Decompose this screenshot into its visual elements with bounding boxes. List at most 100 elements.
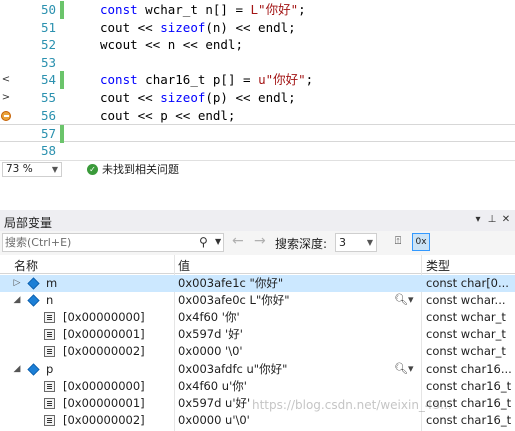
variable-type: const char[0...: [426, 276, 509, 290]
code-line[interactable]: <54 const char16_t p[] = u"你好";: [0, 71, 515, 89]
code-token: cout <<: [100, 19, 161, 35]
code-token: wchar_t n[] =: [137, 2, 251, 17]
search-box: ⚲ ▼: [2, 233, 224, 252]
pin-icon[interactable]: ⊥: [486, 213, 498, 227]
column-header-type[interactable]: 类型: [426, 257, 450, 274]
code-token: cout << p << endl;: [100, 107, 236, 123]
variable-type: const wchar...: [426, 293, 506, 308]
line-number: 50: [40, 2, 56, 17]
variable-icon: [27, 294, 40, 307]
line-number: 51: [40, 19, 56, 35]
variable-value[interactable]: 0x4f60 u'你': [178, 379, 247, 394]
zoom-level-dropdown[interactable]: 73 % ▼: [2, 162, 62, 177]
variable-type: const char16_t: [426, 378, 512, 393]
variable-value[interactable]: 0x0000 u'\0': [178, 413, 250, 428]
chevron-down-icon[interactable]: ▼: [215, 237, 221, 246]
variable-icon: [27, 362, 40, 376]
locals-row[interactable]: [0x00000000] 0x4f60 '你' const wchar_t: [0, 309, 515, 326]
filter-pin-icon[interactable]: ⍐: [390, 234, 406, 250]
code-token: ;: [305, 72, 314, 88]
code-token: (n) << endl;: [205, 19, 296, 35]
code-line[interactable]: 58: [0, 142, 515, 160]
line-number: 55: [40, 90, 56, 105]
code-token: cout <<: [100, 90, 161, 105]
search-depth-value: 3: [339, 236, 346, 249]
column-header-name[interactable]: 名称: [14, 257, 38, 274]
locals-row[interactable]: [0x00000001] 0x597d '好' const wchar_t: [0, 326, 515, 343]
chevron-down-icon: ▼: [51, 165, 58, 174]
search-icon[interactable]: ⚲: [199, 235, 208, 249]
locals-window-title: 局部变量: [4, 216, 53, 230]
search-next-arrow-icon[interactable]: →: [254, 233, 266, 249]
variable-icon: [27, 277, 40, 290]
close-icon[interactable]: ✕: [500, 213, 512, 227]
breakpoint-icon[interactable]: [1, 110, 11, 121]
code-editor[interactable]: 50 const wchar_t n[] = L"你好"; 51 cout << si…: [0, 0, 515, 160]
variable-value[interactable]: 0x4f60 '你': [178, 310, 240, 325]
variable-name: [0x00000000]: [63, 378, 145, 393]
variable-name: n: [46, 293, 54, 308]
variable-value[interactable]: 0x0000 '\0': [178, 344, 243, 359]
locals-row[interactable]: [0x00000002] 0x0000 '\0' const wchar_t: [0, 343, 515, 360]
variable-type: const char16...: [426, 361, 512, 376]
field-icon: [44, 380, 55, 392]
step-forward-icon: >: [1, 92, 11, 103]
code-line[interactable]: 52 wcout << n << endl;: [0, 36, 515, 54]
line-number: 57: [40, 126, 56, 142]
issues-status-text[interactable]: 未找到相关问题: [102, 163, 179, 176]
visualizer-magnifier-icon[interactable]: 🔍︎▾: [394, 293, 414, 306]
collapse-arrow-icon[interactable]: ◢: [12, 292, 22, 309]
variable-value[interactable]: 0x597d '好': [178, 327, 243, 342]
variable-value[interactable]: 0x597d u'好': [178, 396, 250, 411]
hex-display-toggle-icon[interactable]: 0x: [412, 233, 430, 251]
chevron-down-icon: ▼: [366, 238, 373, 247]
search-input[interactable]: [5, 235, 190, 250]
change-marker: [60, 125, 64, 143]
field-icon: [44, 346, 55, 358]
variable-value[interactable]: 0x003afe0c L"你好": [178, 293, 290, 308]
variable-value[interactable]: 0x003afdfc u"你好": [178, 362, 287, 377]
watermark-text: https://blog.csdn.net/weixin_43...: [252, 398, 452, 412]
code-token: sizeof: [160, 90, 206, 105]
editor-status-bar: 73 % ▼ ✓ 未找到相关问题: [0, 160, 515, 178]
column-header-value[interactable]: 值: [178, 257, 190, 274]
variable-value[interactable]: 0x003afe1c "你好": [178, 276, 283, 291]
variable-name: [0x00000000]: [63, 310, 145, 325]
code-token: sizeof: [160, 19, 206, 35]
code-token: u"你好": [258, 72, 306, 88]
field-icon: [44, 329, 55, 341]
locals-row[interactable]: [0x00000000] 0x4f60 u'你' const char16_t: [0, 378, 515, 395]
code-line[interactable]: 56 cout << p << endl;: [0, 107, 515, 125]
locals-window-titlebar: 局部变量 ▾ ⊥ ✕: [0, 210, 515, 231]
code-token: const: [100, 72, 138, 88]
locals-row[interactable]: [0x00000002] 0x0000 u'\0' const char16_t: [0, 412, 515, 429]
search-depth-label: 搜索深度:: [275, 237, 328, 251]
code-line[interactable]: 53: [0, 54, 515, 72]
expand-arrow-icon[interactable]: ▷: [12, 275, 22, 292]
locals-row[interactable]: ◢ p 0x003afdfc u"你好" 🔍︎▾ const char16...: [0, 361, 515, 378]
change-marker: [60, 71, 64, 89]
search-depth-select[interactable]: 3 ▼: [335, 233, 377, 252]
change-marker: [60, 1, 64, 19]
code-token: L"你好": [250, 2, 299, 17]
variable-name: [0x00000001]: [63, 395, 145, 410]
visualizer-magnifier-icon[interactable]: 🔍︎▾: [394, 362, 414, 375]
locals-row[interactable]: ◢ n 0x003afe0c L"你好" 🔍︎▾ const wchar...: [0, 292, 515, 309]
code-line[interactable]: >55 cout << sizeof(p) << endl;: [0, 89, 515, 107]
check-circle-icon: ✓: [87, 164, 98, 175]
locals-toolbar: ⚲ ▼ ← → 搜索深度: 3 ▼ ⍐ 0x: [0, 231, 515, 255]
line-number: 54: [40, 72, 56, 88]
code-line[interactable]: 57: [0, 124, 515, 143]
collapse-arrow-icon[interactable]: ◢: [12, 361, 22, 378]
locals-row[interactable]: ▷ m 0x003afe1c "你好" const char[0...: [0, 275, 515, 292]
variable-type: const wchar_t: [426, 327, 506, 342]
code-line[interactable]: 50 const wchar_t n[] = L"你好";: [0, 1, 515, 19]
code-token: const: [100, 2, 138, 17]
code-line[interactable]: 51 cout << sizeof(n) << endl;: [0, 19, 515, 37]
search-previous-arrow-icon[interactable]: ←: [232, 233, 244, 249]
field-icon: [44, 397, 55, 409]
code-token: (p) << endl;: [205, 90, 296, 105]
code-token: ;: [298, 2, 306, 17]
line-number: 58: [40, 142, 56, 158]
window-options-dropdown-icon[interactable]: ▾: [472, 213, 484, 227]
